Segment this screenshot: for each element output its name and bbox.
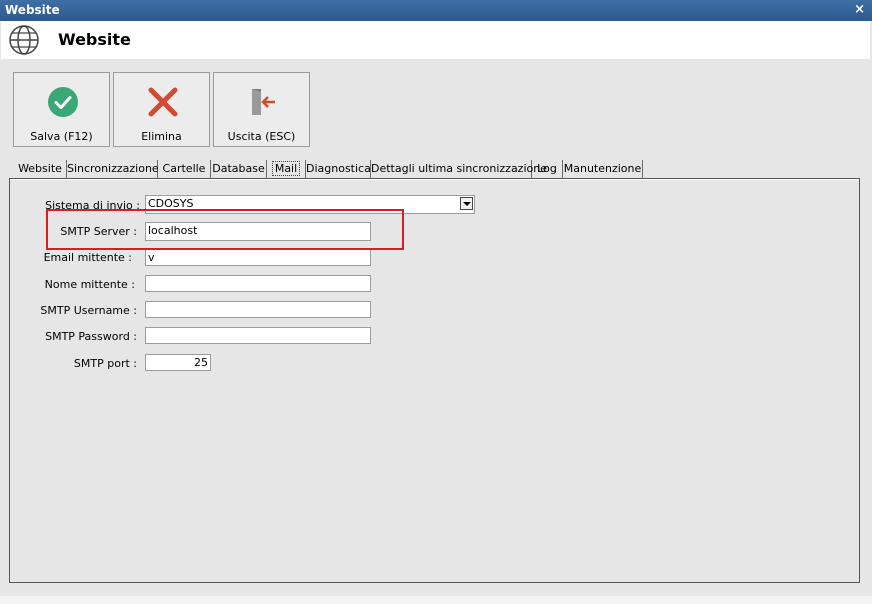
nome-mittente-input[interactable] — [145, 275, 371, 292]
smtp-username-input[interactable] — [145, 301, 371, 318]
smtp-server-highlight — [46, 209, 404, 250]
exit-button[interactable]: Uscita (ESC) — [213, 72, 310, 147]
delete-button[interactable]: Elimina — [113, 72, 210, 147]
delete-button-label: Elimina — [141, 130, 182, 143]
chevron-down-icon[interactable] — [460, 197, 473, 210]
save-button-label: Salva (F12) — [30, 130, 93, 143]
tab-cartelle[interactable]: Cartelle — [158, 160, 211, 178]
smtp-port-input[interactable]: 25 — [145, 354, 211, 371]
tab-dettagli-ultima-sincronizzazione[interactable]: Dettagli ultima sincronizzazione — [371, 160, 547, 178]
exit-button-label: Uscita (ESC) — [227, 130, 296, 143]
nome-mittente-label: Nome mittente : — [44, 278, 135, 291]
title-bar: Website × — [0, 0, 872, 21]
tab-mail[interactable]: Mail — [267, 160, 306, 178]
email-mittente-label: Email mittente : — [43, 251, 132, 264]
smtp-password-label: SMTP Password : — [45, 330, 137, 343]
tab-website[interactable]: Website — [14, 160, 67, 178]
globe-icon — [9, 25, 39, 55]
tab-diagnostica[interactable]: Diagnostica — [306, 160, 371, 178]
exit-door-icon — [252, 89, 275, 115]
tab-log[interactable]: Log — [532, 160, 563, 178]
window-title: Website — [5, 3, 60, 17]
smtp-username-label: SMTP Username : — [40, 304, 137, 317]
close-icon[interactable]: × — [854, 2, 865, 17]
tab-database[interactable]: Database — [211, 160, 267, 178]
checkmark-icon — [48, 87, 78, 117]
smtp-port-label: SMTP port : — [73, 357, 137, 370]
x-icon — [148, 87, 178, 117]
tab-sincronizzazione[interactable]: Sincronizzazione — [67, 160, 159, 178]
bottom-bar — [0, 596, 872, 604]
smtp-password-input[interactable] — [145, 327, 371, 344]
page-title: Website — [58, 30, 131, 49]
tab-manutenzione[interactable]: Manutenzione — [563, 160, 643, 178]
page-header: Website — [1, 21, 870, 59]
save-button[interactable]: Salva (F12) — [13, 72, 110, 147]
email-mittente-input[interactable]: v — [145, 249, 371, 266]
